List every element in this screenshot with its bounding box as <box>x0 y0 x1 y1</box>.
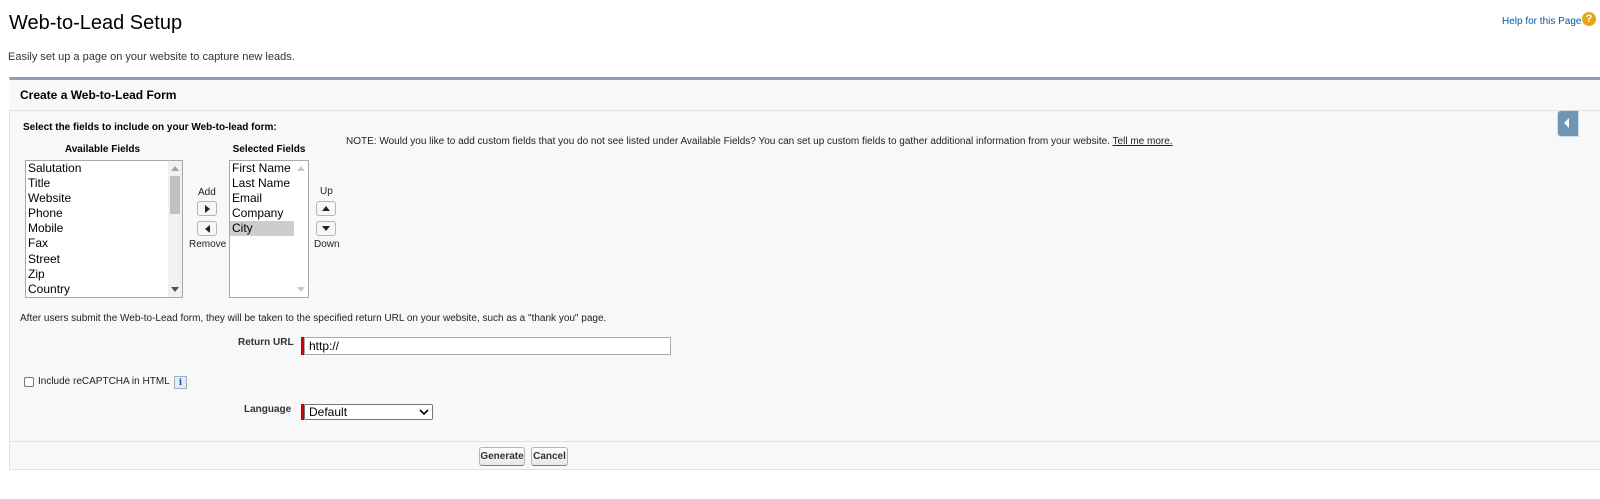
scroll-thumb[interactable] <box>170 176 180 214</box>
recaptcha-label: Include reCAPTCHA in HTML <box>38 376 170 387</box>
arrow-left-icon <box>205 225 210 233</box>
generate-button[interactable]: Generate <box>479 447 525 466</box>
return-url-description: After users submit the Web-to-Lead form,… <box>20 313 607 324</box>
move-down-button[interactable] <box>316 221 336 236</box>
available-fields-listbox[interactable]: Salutation Title Website Phone Mobile Fax Stre… <box>25 160 183 298</box>
tell-me-more-link[interactable]: Tell me more. <box>1113 136 1173 147</box>
selected-fields-scrollbar[interactable] <box>294 161 308 297</box>
help-icon[interactable]: ? <box>1582 12 1596 26</box>
up-label: Up <box>320 186 333 197</box>
available-fields-label: Available Fields <box>64 144 141 155</box>
note-text: NOTE: Would you like to add custom field… <box>346 136 1113 147</box>
recaptcha-checkbox[interactable] <box>24 377 34 387</box>
available-field-option[interactable]: Phone <box>26 206 182 221</box>
return-url-label: Return URL <box>238 337 294 348</box>
available-field-option[interactable]: Street <box>26 252 182 267</box>
language-label: Language <box>244 404 292 415</box>
move-up-button[interactable] <box>316 201 336 216</box>
remove-label: Remove <box>189 239 227 250</box>
scroll-down-icon[interactable] <box>297 287 305 292</box>
available-field-option[interactable]: Fax <box>26 236 182 251</box>
select-fields-label: Select the fields to include on your Web… <box>23 122 277 133</box>
available-field-option[interactable]: Salutation <box>26 161 182 176</box>
chevron-left-icon <box>1564 118 1569 128</box>
arrow-up-icon <box>322 206 330 211</box>
available-fields-options: Salutation Title Website Phone Mobile Fax Stre… <box>26 161 182 297</box>
remove-button[interactable] <box>197 221 217 236</box>
available-field-option[interactable]: Zip <box>26 267 182 282</box>
page-title: Web-to-Lead Setup <box>9 12 183 34</box>
arrow-down-icon <box>322 226 330 231</box>
language-selected-value: Default <box>309 405 348 419</box>
scroll-down-icon[interactable] <box>171 287 179 292</box>
help-link[interactable]: Help for this Page <box>1502 16 1582 27</box>
chevron-down-icon <box>419 409 429 416</box>
available-field-option[interactable]: Website <box>26 191 182 206</box>
panel-header <box>9 80 1600 111</box>
add-label: Add <box>198 187 216 198</box>
language-select[interactable]: Default <box>304 404 433 420</box>
info-icon[interactable]: i <box>174 376 187 389</box>
return-url-input[interactable] <box>304 337 671 355</box>
available-field-option[interactable]: Title <box>26 176 182 191</box>
available-field-option[interactable]: Country <box>26 282 182 297</box>
scroll-up-icon[interactable] <box>297 166 305 171</box>
scroll-up-icon[interactable] <box>171 166 179 171</box>
cancel-button[interactable]: Cancel <box>531 447 568 466</box>
selected-fields-label: Selected Fields <box>232 144 306 155</box>
side-collapse-tab[interactable] <box>1557 110 1579 137</box>
available-fields-scrollbar[interactable] <box>168 161 182 297</box>
custom-fields-note: NOTE: Would you like to add custom field… <box>346 136 1173 147</box>
down-label: Down <box>314 239 340 250</box>
available-field-option[interactable]: Mobile <box>26 221 182 236</box>
panel-title: Create a Web-to-Lead Form <box>20 88 177 102</box>
selected-fields-listbox[interactable]: First Name Last Name Email Company City <box>229 160 309 298</box>
add-button[interactable] <box>197 201 217 216</box>
footer-divider <box>9 441 1600 442</box>
arrow-right-icon <box>205 205 210 213</box>
page-description: Easily set up a page on your website to … <box>8 51 295 63</box>
